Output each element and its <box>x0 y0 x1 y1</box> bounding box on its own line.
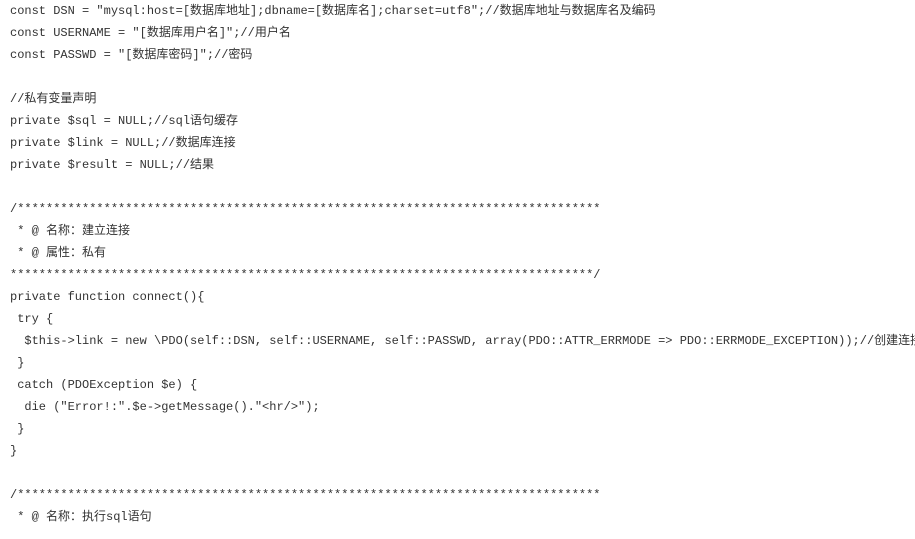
code-block: const DSN = "mysql:host=[数据库地址];dbname=[… <box>0 0 915 538</box>
